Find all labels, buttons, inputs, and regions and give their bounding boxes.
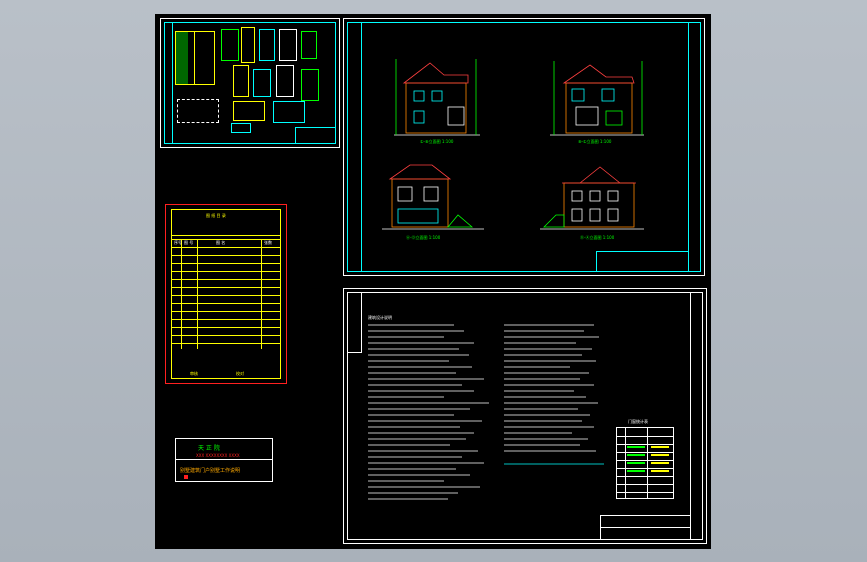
elevation-label-4: Ⓓ-Ⓐ立面图 1:100 <box>580 235 615 240</box>
door-window-table <box>616 427 674 499</box>
stamp-title: 天 正 院 <box>198 445 220 452</box>
cad-drawing-canvas[interactable]: ①-⑧立面图 1:100 ⑧-①立面图 1:100 Ⓐ-Ⓓ立面图 1:100 Ⓓ… <box>155 14 711 549</box>
elevation-side-b <box>540 166 644 230</box>
catalog-footer-left: 审核 <box>190 371 198 376</box>
stamp-subtitle: XXX XXXXXXXX XXXX <box>196 453 240 458</box>
sheet-design-notes: 建筑设计说明 门窗统计表 <box>343 288 707 544</box>
catalog-col-count: 张数 <box>264 240 272 245</box>
sheet-drawing-catalog: 图 纸 目 录 序号 图 号 图 名 张数 审核 校对 <box>165 204 287 384</box>
window-schedule-small <box>175 31 215 85</box>
elevation-drawings-svg <box>382 59 644 230</box>
sheet-elevations: ①-⑧立面图 1:100 ⑧-①立面图 1:100 Ⓐ-Ⓓ立面图 1:100 Ⓓ… <box>343 18 705 276</box>
catalog-col-number: 图 号 <box>184 240 194 245</box>
stamp-project: 别墅建筑门户别墅工作说明 <box>180 468 241 474</box>
door-window-table-title: 门窗统计表 <box>628 419 648 424</box>
elevation-side-a <box>382 164 484 230</box>
elevation-label-2: ⑧-①立面图 1:100 <box>578 139 612 144</box>
catalog-footer-right: 校对 <box>236 371 244 376</box>
catalog-col-index: 序号 <box>174 240 182 245</box>
notes-text-lines <box>368 324 604 500</box>
sheet-detail-drawings <box>160 18 340 148</box>
elevation-front <box>394 59 480 136</box>
catalog-col-name: 图 名 <box>216 240 226 245</box>
elevation-label-1: ①-⑧立面图 1:100 <box>420 139 454 144</box>
elevation-label-3: Ⓐ-Ⓓ立面图 1:100 <box>406 235 441 240</box>
elevation-rear <box>550 61 644 136</box>
catalog-header: 图 纸 目 录 <box>206 213 226 218</box>
title-stamp: 天 正 院 XXX XXXXXXXX XXXX 别墅建筑门户别墅工作说明 <box>175 438 273 482</box>
